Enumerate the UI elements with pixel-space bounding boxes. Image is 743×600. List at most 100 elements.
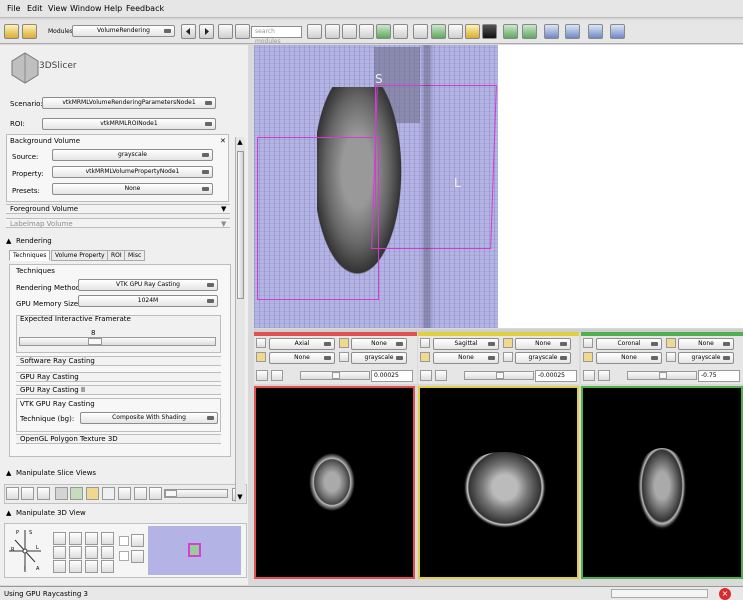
- coronal-background-select[interactable]: None: [596, 352, 662, 364]
- gpu-memory-select[interactable]: 1024M: [78, 295, 218, 307]
- module-forward-button[interactable]: [199, 24, 214, 39]
- coronal-reset-icon[interactable]: [583, 370, 595, 381]
- fit-icon[interactable]: [21, 487, 34, 500]
- coronal-orientation-select[interactable]: Coronal: [596, 338, 662, 350]
- axial-layer-icon[interactable]: [339, 338, 349, 348]
- spin-icon[interactable]: [131, 534, 144, 547]
- ruler-icon[interactable]: [448, 24, 463, 39]
- dark-panel-icon[interactable]: [482, 24, 497, 39]
- sagittal-slice-view[interactable]: [418, 386, 579, 579]
- coronal-slice-view[interactable]: [581, 386, 743, 579]
- sagittal-link-icon[interactable]: [420, 338, 430, 348]
- rotate-left-icon[interactable]: [53, 532, 66, 545]
- mouse-mode-transform-icon[interactable]: [588, 24, 603, 39]
- axial-label-icon[interactable]: [339, 352, 349, 362]
- manipulate-slice-collapse-icon[interactable]: ▲: [6, 469, 11, 477]
- move-icon[interactable]: [53, 560, 66, 573]
- viewer-layout-icon[interactable]: [544, 24, 559, 39]
- framerate-slider-handle[interactable]: [88, 338, 102, 345]
- sagittal-layer-icon[interactable]: [503, 338, 513, 348]
- axial-visibility-icon[interactable]: [256, 352, 266, 362]
- copy-icon[interactable]: [134, 487, 147, 500]
- module-back-button[interactable]: [181, 24, 196, 39]
- model-icon[interactable]: [431, 24, 446, 39]
- scroll-up-icon[interactable]: ▲: [236, 137, 244, 147]
- magnify-icon[interactable]: [101, 532, 114, 545]
- rotate-icon[interactable]: [70, 487, 83, 500]
- tab-roi[interactable]: ROI: [107, 250, 126, 261]
- coronal-label-icon[interactable]: [666, 352, 676, 362]
- source-select[interactable]: grayscale: [52, 149, 213, 161]
- camera-alt-icon[interactable]: [85, 546, 98, 559]
- undo-icon[interactable]: [503, 24, 518, 39]
- spin-checkbox[interactable]: [119, 536, 129, 546]
- camera-icon[interactable]: [85, 532, 98, 545]
- coronal-visibility-icon[interactable]: [583, 352, 593, 362]
- sagittal-visibility-icon[interactable]: [420, 352, 430, 362]
- coronal-offset-value[interactable]: -0.75: [698, 370, 740, 382]
- crosshair-icon[interactable]: [55, 487, 68, 500]
- axial-background-select[interactable]: None: [269, 352, 335, 364]
- coronal-offset-slider[interactable]: [627, 371, 697, 380]
- layers-visibility-icon[interactable]: [86, 487, 99, 500]
- tab-techniques[interactable]: Techniques: [9, 250, 51, 261]
- module-selector[interactable]: VolumeRendering: [72, 25, 175, 37]
- chevron-down-icon[interactable]: ▼: [221, 220, 226, 228]
- slice-opacity-handle[interactable]: [165, 490, 177, 497]
- volume-icon[interactable]: [118, 487, 131, 500]
- coronal-offset-handle[interactable]: [659, 372, 667, 379]
- rendering-collapse-icon[interactable]: ▲: [6, 237, 11, 245]
- sagittal-offset-slider[interactable]: [464, 371, 534, 380]
- axial-chevron-icon[interactable]: [271, 370, 283, 381]
- zoom-out-icon[interactable]: [101, 546, 114, 559]
- paste-icon[interactable]: [149, 487, 162, 500]
- sagittal-label-select[interactable]: grayscale: [515, 352, 571, 364]
- axial-offset-slider[interactable]: [300, 371, 370, 380]
- 3d-thumbnail[interactable]: [148, 526, 241, 575]
- sagittal-background-select[interactable]: None: [433, 352, 499, 364]
- home-alt-icon[interactable]: [325, 24, 340, 39]
- axial-offset-handle[interactable]: [332, 372, 340, 379]
- home-icon[interactable]: [307, 24, 322, 39]
- rock-icon[interactable]: [131, 550, 144, 563]
- menu-file[interactable]: File: [7, 4, 20, 13]
- menu-view[interactable]: View: [48, 4, 67, 13]
- slice-opacity-slider[interactable]: [164, 489, 228, 498]
- tab-misc[interactable]: Misc: [124, 250, 146, 261]
- 3d-view[interactable]: S L: [254, 45, 498, 328]
- axial-link-icon[interactable]: [256, 338, 266, 348]
- rendering-method-select[interactable]: VTK GPU Ray Casting: [78, 279, 218, 291]
- search-icon[interactable]: [235, 24, 250, 39]
- scroll-down-icon[interactable]: ▼: [236, 492, 244, 502]
- load-data-icon[interactable]: [4, 24, 19, 39]
- module-panel-scrollbar[interactable]: ▲ ▼: [235, 137, 245, 502]
- eye-icon[interactable]: [37, 487, 50, 500]
- coronal-link-icon[interactable]: [583, 338, 593, 348]
- mouse-mode-place-icon[interactable]: [565, 24, 580, 39]
- refresh-icon[interactable]: [610, 24, 625, 39]
- coronal-layer-icon[interactable]: [666, 338, 676, 348]
- scene-icon[interactable]: [6, 487, 19, 500]
- window-level-icon[interactable]: [465, 24, 480, 39]
- close-icon[interactable]: ✕: [220, 137, 226, 145]
- property-select[interactable]: vtkMRMLVolumePropertyNode1: [52, 166, 213, 178]
- box-icon[interactable]: [69, 546, 82, 559]
- technique-select[interactable]: Composite With Shading: [80, 412, 218, 424]
- manipulate-3d-collapse-icon[interactable]: ▲: [6, 509, 11, 517]
- tree-icon[interactable]: [342, 24, 357, 39]
- sagittal-foreground-select[interactable]: None: [515, 338, 571, 350]
- scenario-select[interactable]: vtkMRMLVolumeRenderingParametersNode1: [42, 97, 216, 109]
- transform-icon[interactable]: [376, 24, 391, 39]
- pan-icon[interactable]: [85, 560, 98, 573]
- sagittal-reset-icon[interactable]: [420, 370, 432, 381]
- sagittal-orientation-select[interactable]: Sagittal: [433, 338, 499, 350]
- roi-select[interactable]: vtkMRMLROINode1: [42, 118, 216, 130]
- sagittal-chevron-icon[interactable]: [435, 370, 447, 381]
- axial-reset-icon[interactable]: [256, 370, 268, 381]
- coronal-chevron-icon[interactable]: [598, 370, 610, 381]
- zoom-icon[interactable]: [69, 532, 82, 545]
- coronal-foreground-select[interactable]: None: [678, 338, 734, 350]
- reset-view-icon[interactable]: [101, 560, 114, 573]
- axial-foreground-select[interactable]: None: [351, 338, 407, 350]
- layout-panel-icon[interactable]: [218, 24, 233, 39]
